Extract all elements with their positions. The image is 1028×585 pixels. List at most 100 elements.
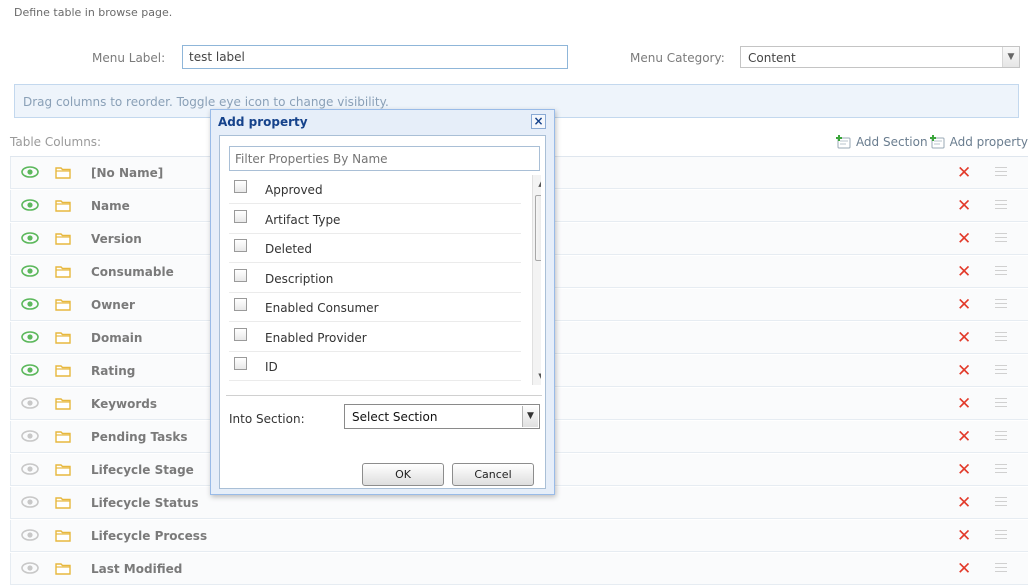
folder-icon: [55, 529, 71, 545]
eye-icon[interactable]: [21, 463, 39, 478]
drag-handle-icon[interactable]: [995, 530, 1007, 542]
eye-icon[interactable]: [21, 364, 39, 379]
column-name: Rating: [91, 364, 136, 378]
delete-icon[interactable]: ✕: [957, 198, 971, 215]
ok-button[interactable]: OK: [362, 463, 444, 486]
eye-icon[interactable]: [21, 529, 39, 544]
list-item[interactable]: Enabled Provider: [229, 323, 521, 352]
close-icon[interactable]: ×: [531, 114, 546, 129]
property-checkbox[interactable]: [234, 239, 247, 252]
property-checkbox[interactable]: [234, 327, 247, 341]
drag-handle-icon[interactable]: [995, 464, 1007, 476]
list-item[interactable]: [229, 382, 521, 386]
drag-handle-icon[interactable]: [995, 233, 1007, 245]
property-label: Artifact Type: [265, 212, 341, 227]
menu-label-input[interactable]: [182, 45, 568, 69]
property-checkbox[interactable]: [234, 209, 247, 223]
delete-icon[interactable]: ✕: [957, 330, 971, 347]
page-description: Define table in browse page.: [14, 6, 173, 19]
delete-icon[interactable]: ✕: [957, 495, 971, 512]
dialog-body: ID Enabled Provider Enabled Consumer Descri…: [219, 135, 546, 489]
drag-handle-icon[interactable]: [995, 398, 1007, 410]
eye-icon[interactable]: [21, 298, 39, 313]
add-section-icon: [835, 135, 851, 149]
table-row[interactable]: Lifecycle Process ✕: [10, 520, 1028, 552]
delete-icon[interactable]: ✕: [957, 396, 971, 413]
property-label: Enabled Provider: [265, 330, 367, 345]
eye-icon[interactable]: [21, 331, 39, 346]
folder-icon: [55, 331, 71, 347]
add-property-icon: [929, 135, 945, 149]
filter-properties-input[interactable]: [229, 146, 540, 171]
eye-icon[interactable]: [21, 232, 39, 247]
property-checkbox[interactable]: [234, 268, 247, 282]
add-property-link[interactable]: Add property: [929, 134, 1028, 150]
scroll-thumb[interactable]: [535, 195, 541, 261]
eye-icon[interactable]: [21, 166, 39, 181]
chevron-down-icon[interactable]: ▼: [522, 406, 538, 427]
into-section-label: Into Section:: [229, 412, 305, 426]
list-item[interactable]: ID: [229, 352, 521, 381]
scroll-down-icon[interactable]: ▼: [533, 372, 541, 380]
eye-icon[interactable]: [21, 199, 39, 214]
drag-handle-icon[interactable]: [995, 431, 1007, 443]
folder-icon: [55, 232, 71, 248]
drag-handle-icon[interactable]: [995, 497, 1007, 509]
delete-icon[interactable]: ✕: [957, 165, 971, 182]
drag-handle-icon[interactable]: [995, 200, 1007, 212]
eye-icon[interactable]: [21, 562, 39, 577]
properties-scrollbar[interactable]: ▲ ▼: [532, 175, 541, 385]
drag-handle-icon[interactable]: [995, 266, 1007, 278]
drag-handle-icon[interactable]: [995, 167, 1007, 179]
delete-icon[interactable]: ✕: [957, 297, 971, 314]
eye-icon[interactable]: [21, 265, 39, 280]
add-section-link[interactable]: Add Section: [835, 134, 928, 150]
scroll-up-icon[interactable]: ▲: [533, 180, 541, 188]
menu-category-select[interactable]: Content ▼: [740, 46, 1020, 68]
list-item[interactable]: Artifact Type: [229, 205, 521, 234]
column-name: Keywords: [91, 397, 158, 411]
table-columns-caption: Table Columns:: [10, 135, 102, 149]
column-name: Pending Tasks: [91, 430, 188, 444]
list-item[interactable]: Deleted: [229, 234, 521, 263]
cancel-button[interactable]: Cancel: [452, 463, 534, 486]
table-row[interactable]: Last Modified ✕: [10, 553, 1028, 585]
delete-icon[interactable]: ✕: [957, 462, 971, 479]
folder-icon: [55, 397, 71, 413]
folder-icon: [55, 463, 71, 479]
column-name: Consumable: [91, 265, 174, 279]
property-checkbox[interactable]: [234, 357, 247, 370]
delete-icon[interactable]: ✕: [957, 561, 971, 578]
chevron-down-icon[interactable]: ▼: [1002, 47, 1019, 67]
column-name: Lifecycle Stage: [91, 463, 194, 477]
delete-icon[interactable]: ✕: [957, 429, 971, 446]
property-checkbox[interactable]: [234, 298, 247, 311]
property-label: Approved: [265, 183, 323, 197]
column-name: Lifecycle Status: [91, 496, 199, 510]
delete-icon[interactable]: ✕: [957, 528, 971, 545]
section-select[interactable]: Select Section ▼: [344, 404, 540, 429]
drag-handle-icon[interactable]: [995, 332, 1007, 344]
eye-icon[interactable]: [21, 397, 39, 412]
divider: [226, 395, 542, 396]
menu-category-value: Content: [748, 51, 796, 65]
column-name: Version: [91, 232, 142, 246]
folder-icon: [55, 199, 71, 215]
property-checkbox[interactable]: [234, 180, 247, 193]
list-item[interactable]: Description: [229, 264, 521, 293]
column-name: Last Modified: [91, 562, 183, 576]
drag-handle-icon[interactable]: [995, 299, 1007, 311]
eye-icon[interactable]: [21, 430, 39, 445]
delete-icon[interactable]: ✕: [957, 264, 971, 281]
drag-handle-icon[interactable]: [995, 563, 1007, 575]
folder-icon: [55, 166, 71, 182]
delete-icon[interactable]: ✕: [957, 231, 971, 248]
list-item[interactable]: Enabled Consumer: [229, 293, 521, 322]
dialog-title: Add property: [218, 115, 308, 129]
list-item[interactable]: Approved: [229, 175, 521, 204]
drag-handle-icon[interactable]: [995, 365, 1007, 377]
eye-icon[interactable]: [21, 496, 39, 511]
delete-icon[interactable]: ✕: [957, 363, 971, 380]
menu-label-caption: Menu Label:: [92, 51, 166, 65]
column-name: Owner: [91, 298, 135, 312]
